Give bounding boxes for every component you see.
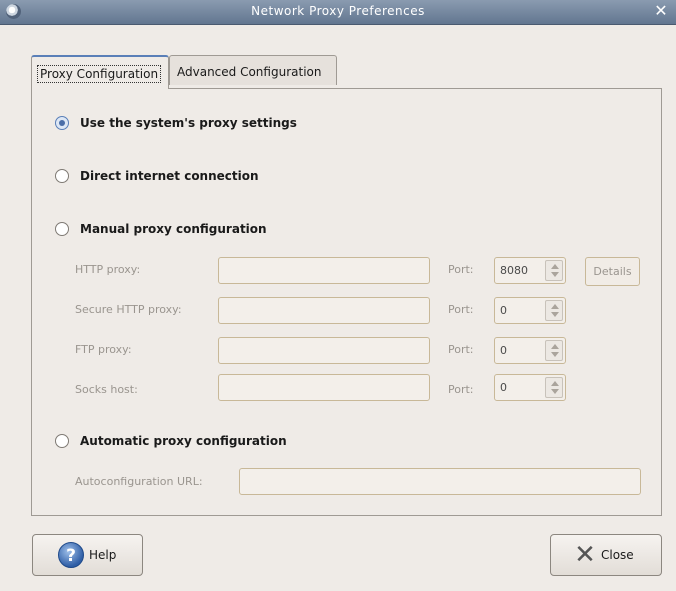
tab-label: Proxy Configuration — [37, 65, 162, 83]
radio-button-selected[interactable] — [55, 116, 69, 130]
window-title: Network Proxy Preferences — [251, 4, 425, 18]
close-button[interactable]: ✕ Close — [550, 534, 662, 576]
option-label: Direct internet connection — [80, 169, 259, 183]
port-value: 0 — [500, 381, 507, 394]
radio-button[interactable] — [55, 169, 69, 183]
help-button[interactable]: ? Help — [32, 534, 143, 576]
option-automatic-proxy[interactable]: Automatic proxy configuration — [55, 434, 287, 448]
port-value: 0 — [500, 344, 507, 357]
port-value: 0 — [500, 304, 507, 317]
socks-port-spinner[interactable]: 0 — [494, 374, 566, 401]
socks-host-field[interactable] — [218, 374, 430, 401]
radio-button[interactable] — [55, 434, 69, 448]
socks-port-label: Port: — [448, 383, 474, 396]
option-label: Automatic proxy configuration — [80, 434, 287, 448]
autoconfig-url-label: Autoconfiguration URL: — [75, 475, 203, 488]
socks-host-label: Socks host: — [75, 383, 138, 396]
option-label: Manual proxy configuration — [80, 222, 267, 236]
secure-port-spinner[interactable]: 0 — [494, 297, 566, 324]
title-bar[interactable]: Network Proxy Preferences ✕ — [0, 0, 676, 25]
http-proxy-label: HTTP proxy: — [75, 263, 141, 276]
help-button-label: Help — [89, 548, 117, 562]
secure-port-label: Port: — [448, 303, 474, 316]
option-label: Use the system's proxy settings — [80, 116, 297, 130]
window-close-icon[interactable]: ✕ — [652, 2, 670, 20]
autoconfig-url-field[interactable] — [239, 468, 641, 495]
ftp-port-spinner[interactable]: 0 — [494, 337, 566, 364]
ftp-port-label: Port: — [448, 343, 474, 356]
close-icon: ✕ — [574, 540, 596, 570]
http-port-label: Port: — [448, 263, 474, 276]
option-direct-connection[interactable]: Direct internet connection — [55, 169, 259, 183]
spin-arrows-icon[interactable] — [545, 377, 563, 398]
http-proxy-field[interactable] — [218, 257, 430, 284]
details-button[interactable]: Details — [585, 257, 640, 286]
http-port-spinner[interactable]: 8080 — [494, 257, 566, 284]
spin-arrows-icon[interactable] — [545, 260, 563, 281]
ftp-proxy-field[interactable] — [218, 337, 430, 364]
tab-proxy-configuration[interactable]: Proxy Configuration — [31, 55, 169, 89]
tab-label: Advanced Configuration — [177, 65, 322, 79]
secure-http-proxy-label: Secure HTTP proxy: — [75, 303, 182, 316]
port-value: 8080 — [500, 264, 528, 277]
spin-arrows-icon[interactable] — [545, 300, 563, 321]
ftp-proxy-label: FTP proxy: — [75, 343, 132, 356]
help-icon: ? — [58, 542, 84, 568]
radio-button[interactable] — [55, 222, 69, 236]
close-button-label: Close — [601, 548, 634, 562]
spin-arrows-icon[interactable] — [545, 340, 563, 361]
option-system-proxy[interactable]: Use the system's proxy settings — [55, 116, 297, 130]
secure-http-proxy-field[interactable] — [218, 297, 430, 324]
tab-advanced-configuration[interactable]: Advanced Configuration — [169, 55, 337, 85]
option-manual-proxy[interactable]: Manual proxy configuration — [55, 222, 267, 236]
